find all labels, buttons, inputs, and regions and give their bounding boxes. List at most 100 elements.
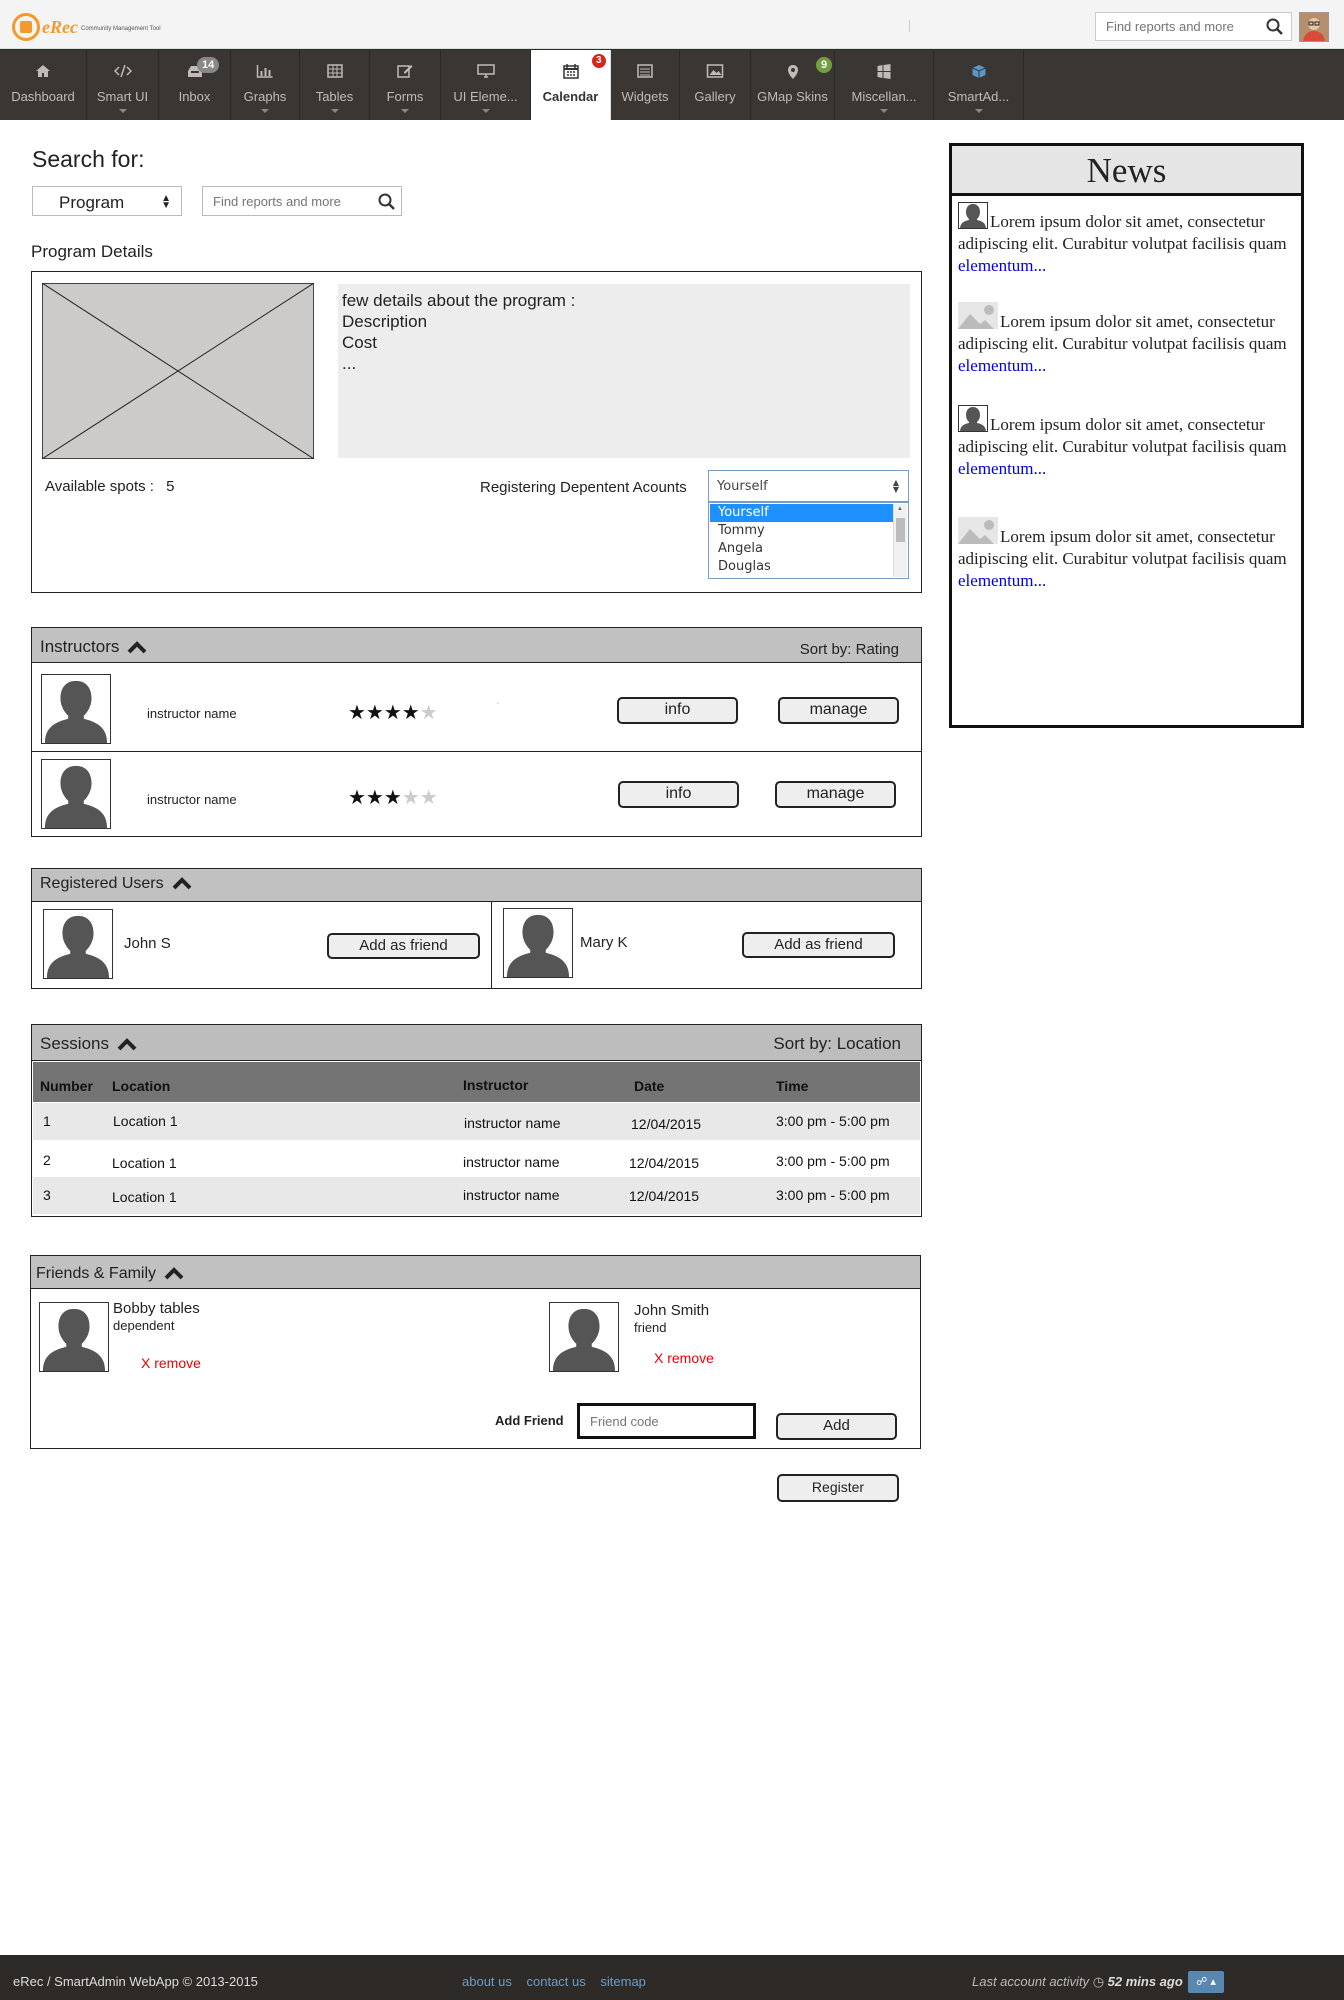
logo[interactable]: eRec Community Management Tool: [12, 12, 161, 42]
sessions-sort[interactable]: Sort by: Location: [773, 1034, 901, 1054]
nav-gmap-skins[interactable]: 9 GMap Skins: [751, 50, 835, 120]
news-link[interactable]: elementum...: [958, 571, 1046, 590]
friend-name: John Smith: [634, 1302, 710, 1319]
table-row[interactable]: 1 Location 1 instructor name 12/04/2015 …: [33, 1103, 920, 1140]
user-avatar: [43, 909, 113, 979]
chevron-up-icon[interactable]: [127, 641, 147, 654]
settings-toggle-button[interactable]: ☍ ▴: [1188, 1971, 1224, 1993]
add-friend-button[interactable]: Add as friend: [327, 933, 480, 959]
col-instructor[interactable]: Instructor: [463, 1077, 528, 1093]
sessions-header[interactable]: Sessions Sort by: Location: [32, 1025, 921, 1061]
friend-avatar: [39, 1302, 109, 1372]
table-row[interactable]: 3 Location 1 instructor name 12/04/2015 …: [33, 1177, 920, 1214]
table-icon: [326, 64, 343, 81]
nav-label: Graphs: [243, 89, 287, 104]
nav-ui-elements[interactable]: UI Eleme...: [441, 50, 531, 120]
footer-link-contact[interactable]: contact us: [527, 1974, 586, 1989]
dropdown-option[interactable]: Tommy: [710, 522, 896, 540]
dropdown-scrollbar[interactable]: ▲: [893, 504, 907, 577]
nav-graphs[interactable]: Graphs: [231, 50, 300, 120]
nav-gallery[interactable]: Gallery: [680, 50, 751, 120]
details-line: ...: [342, 354, 357, 373]
add-button[interactable]: Add: [776, 1413, 897, 1440]
register-button[interactable]: Register: [777, 1474, 899, 1502]
dropdown-option[interactable]: Angela: [710, 540, 896, 558]
scrollbar-thumb[interactable]: [896, 518, 905, 542]
user-avatar[interactable]: [1299, 12, 1329, 42]
scroll-up-icon[interactable]: ▲: [897, 506, 903, 512]
friend-code-input[interactable]: [577, 1403, 756, 1439]
dependent-select[interactable]: Yourself ▲ ▼: [708, 470, 909, 502]
sessions-title-text: Sessions: [40, 1034, 109, 1053]
calendar-icon: [562, 64, 579, 82]
person-icon: [958, 405, 988, 432]
instructor-avatar: [41, 759, 111, 829]
footer-link-sitemap[interactable]: sitemap: [600, 1974, 646, 1989]
add-friend-button[interactable]: Add as friend: [742, 932, 895, 958]
instructor-info-button[interactable]: info: [617, 697, 738, 724]
footer-link-about[interactable]: about us: [462, 1974, 512, 1989]
instructor-info-button[interactable]: info: [618, 781, 739, 808]
nav-smartadmin[interactable]: SmartAd...: [934, 50, 1024, 120]
friends-header[interactable]: Friends & Family: [31, 1256, 920, 1289]
instructors-sort[interactable]: Sort by: Rating: [800, 641, 899, 658]
news-item: Lorem ipsum dolor sit amet, consectetur …: [958, 517, 1298, 592]
news-title: News: [952, 146, 1301, 196]
category-select[interactable]: Program ▲ ▼: [32, 186, 182, 216]
chevron-up-icon[interactable]: [117, 1038, 137, 1051]
nav-label: Dashboard: [11, 89, 75, 104]
chevron-up-icon[interactable]: [172, 877, 192, 890]
caret-up-icon: ▴: [1210, 1976, 1216, 1988]
select-arrows-icon: ▲ ▼: [161, 193, 171, 211]
remove-link[interactable]: X remove: [141, 1355, 201, 1371]
nav-smart-ui[interactable]: Smart UI: [87, 50, 159, 120]
gmap-badge: 9: [816, 57, 833, 73]
news-link[interactable]: elementum...: [958, 256, 1046, 275]
desktop-icon: [476, 64, 495, 81]
registered-user-name: Mary K: [580, 934, 628, 951]
search-icon[interactable]: [1266, 18, 1283, 40]
nav-widgets[interactable]: Widgets: [611, 50, 680, 120]
news-link[interactable]: elementum...: [958, 356, 1046, 375]
sessions-title: Sessions: [40, 1034, 137, 1054]
col-location[interactable]: Location: [112, 1078, 170, 1094]
remove-link[interactable]: X remove: [654, 1350, 714, 1366]
chevron-up-icon[interactable]: [164, 1267, 184, 1280]
user-avatar: [503, 908, 573, 978]
news-text: Lorem ipsum dolor sit amet, consectetur …: [958, 415, 1287, 456]
nav-calendar[interactable]: 3 Calendar: [531, 50, 611, 120]
nav-forms[interactable]: Forms: [370, 50, 441, 120]
instructors-panel: Instructors Sort by: Rating instructor n…: [31, 627, 922, 837]
col-time[interactable]: Time: [776, 1078, 808, 1094]
instructor-manage-button[interactable]: manage: [775, 781, 896, 808]
chevron-down-icon: [880, 109, 888, 113]
nav-dashboard[interactable]: Dashboard: [0, 50, 87, 120]
col-date[interactable]: Date: [634, 1078, 664, 1094]
news-link[interactable]: elementum...: [958, 459, 1046, 478]
instructor-manage-button[interactable]: manage: [778, 697, 899, 724]
activity-label: Last account activity: [972, 1974, 1090, 1989]
copyright: eRec / SmartAdmin WebApp © 2013-2015: [13, 1974, 258, 1989]
news-text: Lorem ipsum dolor sit amet, consectetur …: [958, 527, 1287, 568]
picture-icon: [706, 64, 724, 81]
nav-inbox[interactable]: 14 Inbox: [159, 50, 231, 120]
search-heading: Search for:: [32, 146, 145, 172]
nav-label: UI Eleme...: [453, 89, 518, 104]
col-number[interactable]: Number: [40, 1078, 93, 1094]
dropdown-option[interactable]: Douglas: [710, 558, 896, 576]
nav-miscellaneous[interactable]: Miscellan...: [835, 50, 934, 120]
nav-tables[interactable]: Tables: [300, 50, 370, 120]
header-search-input[interactable]: [1096, 13, 1256, 40]
registered-users-header[interactable]: Registered Users: [32, 869, 921, 902]
instructors-header[interactable]: Instructors Sort by: Rating: [32, 628, 921, 663]
news-text: Lorem ipsum dolor sit amet, consectetur …: [958, 212, 1287, 253]
search-icon[interactable]: [378, 193, 395, 215]
friends-panel: Friends & Family Bobby tables dependent …: [30, 1255, 921, 1449]
program-search-input[interactable]: [203, 187, 373, 215]
program-details-title: Program Details: [31, 242, 153, 261]
available-spots: Available spots : 5: [45, 478, 174, 495]
inbox-badge: 14: [197, 57, 220, 73]
table-row[interactable]: 2 Location 1 instructor name 12/04/2015 …: [33, 1140, 920, 1177]
row-divider: [32, 751, 921, 752]
dropdown-option[interactable]: Yourself: [710, 504, 896, 522]
